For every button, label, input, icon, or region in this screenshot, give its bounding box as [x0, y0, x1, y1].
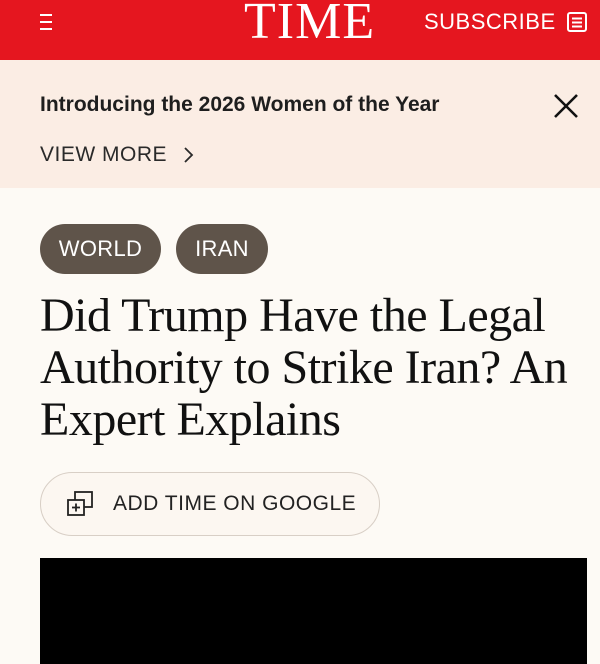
video-player[interactable]: [40, 558, 587, 664]
subscribe-label: SUBSCRIBE: [424, 9, 556, 34]
add-time-on-google-button[interactable]: ADD TIME ON GOOGLE: [40, 472, 380, 536]
google-button-label: ADD TIME ON GOOGLE: [113, 492, 357, 515]
promo-banner: Introducing the 2026 Women of the Year V…: [0, 60, 600, 188]
chevron-right-icon: [184, 147, 194, 163]
time-logo[interactable]: TIME: [244, 0, 375, 48]
view-more-link[interactable]: VIEW MORE: [40, 143, 195, 167]
article-headline: Did Trump Have the Legal Authority to St…: [40, 289, 568, 446]
tag-iran[interactable]: IRAN: [176, 224, 268, 274]
top-bar: TIME SUBSCRIBE: [0, 0, 600, 60]
newspaper-icon: [566, 12, 587, 32]
subscribe-button[interactable]: SUBSCRIBE: [424, 10, 588, 34]
add-source-icon: [67, 491, 93, 516]
banner-title[interactable]: Introducing the 2026 Women of the Year: [40, 93, 439, 117]
hamburger-menu-icon[interactable]: [40, 14, 58, 30]
close-icon[interactable]: [552, 92, 580, 120]
tag-world[interactable]: WORLD: [40, 224, 161, 274]
view-more-label: VIEW MORE: [40, 143, 168, 166]
